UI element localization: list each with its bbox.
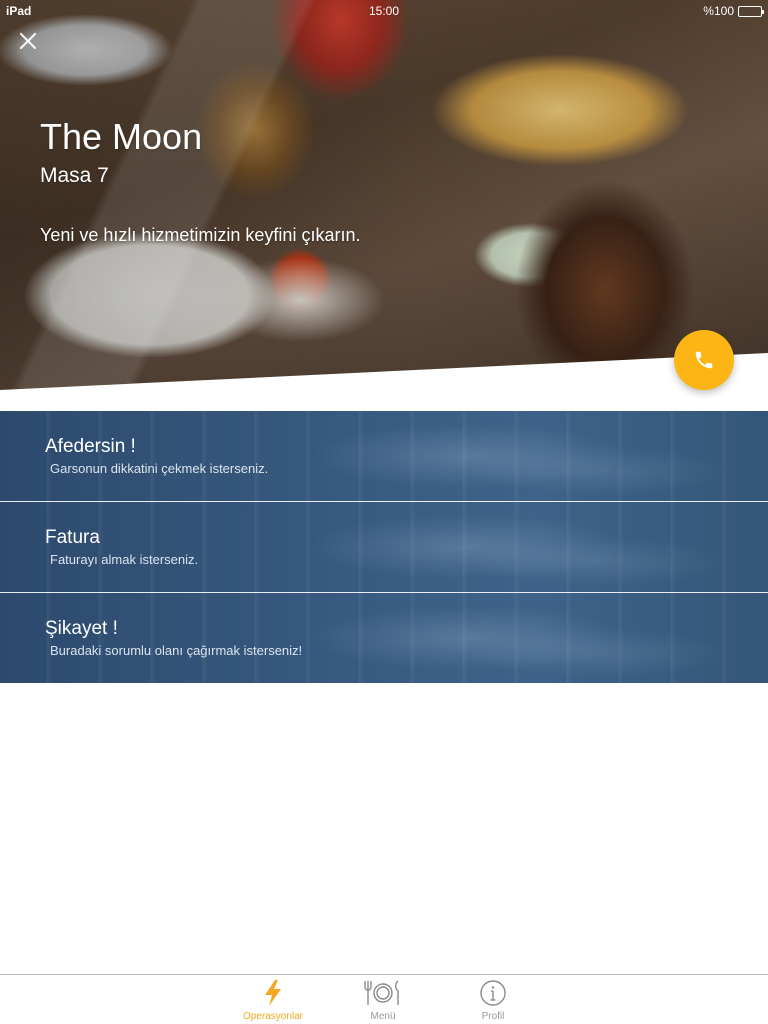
table-label: Masa 7 <box>40 164 109 187</box>
status-time: 15:00 <box>368 4 400 18</box>
lightning-icon <box>253 978 293 1008</box>
venue-title: The Moon <box>40 116 203 157</box>
tab-operations[interactable]: Operasyonlar <box>228 975 318 1024</box>
operation-title: Şikayet ! <box>45 618 118 639</box>
tab-label: Menü <box>370 1011 396 1022</box>
operation-subtitle: Garsonun dikkatini çekmek isterseniz. <box>50 461 269 476</box>
operation-bill[interactable]: Fatura Faturayı almak isterseniz. <box>0 502 768 593</box>
tab-label: Profil <box>481 1011 505 1022</box>
hero-bottom-wedge <box>0 353 768 411</box>
battery-icon <box>738 5 764 17</box>
tab-profile[interactable]: Profil <box>448 975 538 1024</box>
operation-complaint[interactable]: Şikayet ! Buradaki sorumlu olanı çağırma… <box>0 593 768 683</box>
cutlery-plate-icon <box>363 978 403 1008</box>
operation-call-waiter[interactable]: Afedersin ! Garsonun dikkatini çekmek is… <box>0 411 768 502</box>
operation-subtitle: Buradaki sorumlu olanı çağırmak istersen… <box>50 643 303 658</box>
operation-subtitle: Faturayı almak isterseniz. <box>50 552 199 567</box>
tab-bar: Operasyonlar Menü Profil <box>0 974 768 1024</box>
phone-icon <box>695 351 713 369</box>
tab-menu[interactable]: Menü <box>338 975 428 1024</box>
info-icon <box>473 978 513 1008</box>
operation-title: Afedersin ! <box>45 436 136 457</box>
battery-percent: %100 <box>703 4 734 18</box>
call-button[interactable] <box>674 330 734 390</box>
operation-title: Fatura <box>45 527 100 548</box>
tab-label: Operasyonlar <box>242 1011 304 1022</box>
battery-status: %100 <box>703 4 764 18</box>
close-button[interactable] <box>15 28 41 54</box>
hero-header: The Moon Masa 7 Yeni ve hızlı hizmetimiz… <box>0 0 768 411</box>
status-bar: iPad 15:00 %100 <box>0 0 768 20</box>
operations-list: Afedersin ! Garsonun dikkatini çekmek is… <box>0 411 768 683</box>
tagline: Yeni ve hızlı hizmetimizin keyfini çıkar… <box>40 225 361 245</box>
